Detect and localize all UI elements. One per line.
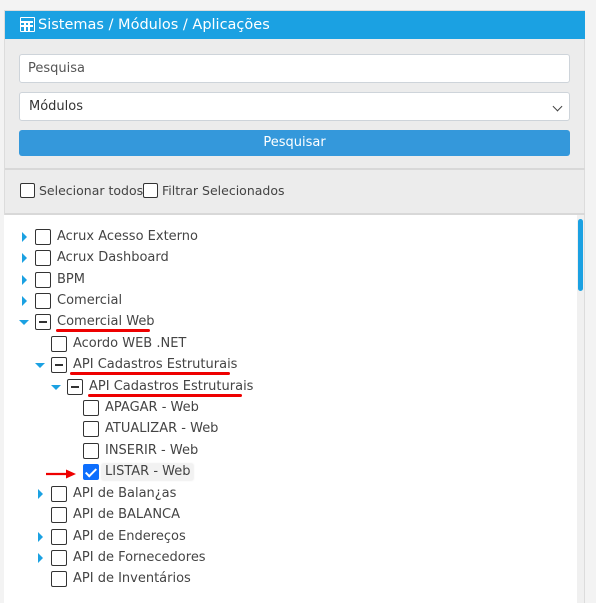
caret-right-icon[interactable]: [38, 532, 43, 542]
search-button[interactable]: Pesquisar: [19, 130, 570, 156]
tree-item[interactable]: Acordo WEB .NET: [4, 334, 574, 355]
tree-item[interactable]: API de Inventários: [4, 569, 574, 590]
tree-item-checkbox[interactable]: [35, 272, 51, 288]
tree-item[interactable]: INSERIR - Web: [4, 441, 574, 462]
tree-item-checkbox[interactable]: [35, 250, 51, 266]
tree-item[interactable]: API de BALANCA: [4, 505, 574, 526]
tree-item-checkbox[interactable]: [51, 357, 67, 373]
caret-right-icon[interactable]: [38, 553, 43, 563]
tree-item[interactable]: BPM: [4, 270, 574, 291]
tree-item-label: API Cadastros Estruturais: [73, 357, 238, 372]
caret-down-icon[interactable]: [19, 320, 29, 325]
tree-item[interactable]: APAGAR - Web: [4, 398, 574, 419]
caret-down-icon[interactable]: [35, 363, 45, 368]
tree-item-checkbox[interactable]: [51, 486, 67, 502]
tree-item[interactable]: API de Balan¿as: [4, 484, 574, 505]
annotation-underline: [88, 394, 242, 397]
table-icon: [20, 17, 35, 32]
tree-item-label: ATUALIZAR - Web: [105, 421, 219, 436]
caret-right-icon[interactable]: [38, 489, 43, 499]
filter-select-value: Módulos: [29, 99, 83, 114]
search-input[interactable]: [19, 54, 570, 83]
tree-item-checkbox[interactable]: [51, 336, 67, 352]
tree-item-checkbox[interactable]: [51, 529, 67, 545]
scrollbar-thumb[interactable]: [578, 219, 583, 291]
divider: [5, 168, 585, 170]
module-tree: Acrux Acesso Externo Acrux Dashboard BPM Co…: [4, 215, 577, 603]
tree-item-checkbox[interactable]: [35, 314, 51, 330]
caret-right-icon[interactable]: [22, 232, 27, 242]
caret-right-icon[interactable]: [22, 253, 27, 263]
tree-item-label: Comercial Web: [57, 314, 155, 329]
tree-item-label: API Cadastros Estruturais: [89, 379, 254, 394]
tree-item[interactable]: LISTAR - Web: [4, 462, 574, 483]
tree-item-label: APAGAR - Web: [105, 400, 199, 415]
tree-item-label: Acrux Acesso Externo: [57, 229, 198, 244]
tree-item-checkbox[interactable]: [67, 379, 83, 395]
caret-right-icon[interactable]: [22, 275, 27, 285]
select-all-label: Selecionar todos: [39, 183, 144, 198]
tree-item-label: API de Fornecedores: [73, 550, 206, 565]
tree-item-checkbox[interactable]: [35, 293, 51, 309]
tree-item-checkbox[interactable]: [35, 229, 51, 245]
tree-item-label: LISTAR - Web: [102, 464, 194, 480]
tree-item-checkbox[interactable]: [51, 550, 67, 566]
tree-item[interactable]: API de Fornecedores: [4, 548, 574, 569]
select-all-checkbox[interactable]: [20, 183, 35, 198]
tree-item-checkbox[interactable]: [83, 464, 99, 480]
tree-item-label: INSERIR - Web: [105, 443, 199, 458]
caret-down-icon[interactable]: [51, 385, 61, 390]
tree-item-checkbox[interactable]: [83, 421, 99, 437]
filter-select[interactable]: Módulos: [19, 92, 570, 121]
panel-title: Sistemas / Módulos / Aplicações: [38, 17, 270, 33]
tree-item[interactable]: Acrux Acesso Externo: [4, 227, 574, 248]
tree-item-checkbox[interactable]: [51, 507, 67, 523]
tree-item-checkbox[interactable]: [51, 571, 67, 587]
filter-selected-checkbox[interactable]: [143, 183, 158, 198]
tree-item[interactable]: Comercial: [4, 291, 574, 312]
tree-item-label: API de Inventários: [73, 571, 191, 586]
annotation-arrow-icon: [46, 469, 76, 479]
tree-item-label: Comercial: [57, 293, 123, 308]
tree-item-checkbox[interactable]: [83, 443, 99, 459]
tree-item-checkbox[interactable]: [83, 400, 99, 416]
annotation-underline: [56, 329, 150, 332]
tree-item-label: Acrux Dashboard: [57, 250, 169, 265]
tree-item-label: API de Balan¿as: [73, 486, 177, 501]
tree-item-label: BPM: [57, 272, 85, 287]
tree-item-label: API de Endereços: [73, 529, 186, 544]
panel-header: Sistemas / Módulos / Aplicações: [5, 11, 585, 39]
filter-selected-label: Filtrar Selecionados: [162, 183, 285, 198]
tree-item[interactable]: API de Endereços: [4, 527, 574, 548]
annotation-underline: [70, 372, 230, 375]
tree-item-label: Acordo WEB .NET: [73, 336, 187, 351]
chevron-down-icon: [552, 101, 563, 112]
tree-item[interactable]: ATUALIZAR - Web: [4, 419, 574, 440]
caret-right-icon[interactable]: [22, 296, 27, 306]
tree-item[interactable]: Acrux Dashboard: [4, 248, 574, 269]
tree-item-label: API de BALANCA: [73, 507, 181, 522]
